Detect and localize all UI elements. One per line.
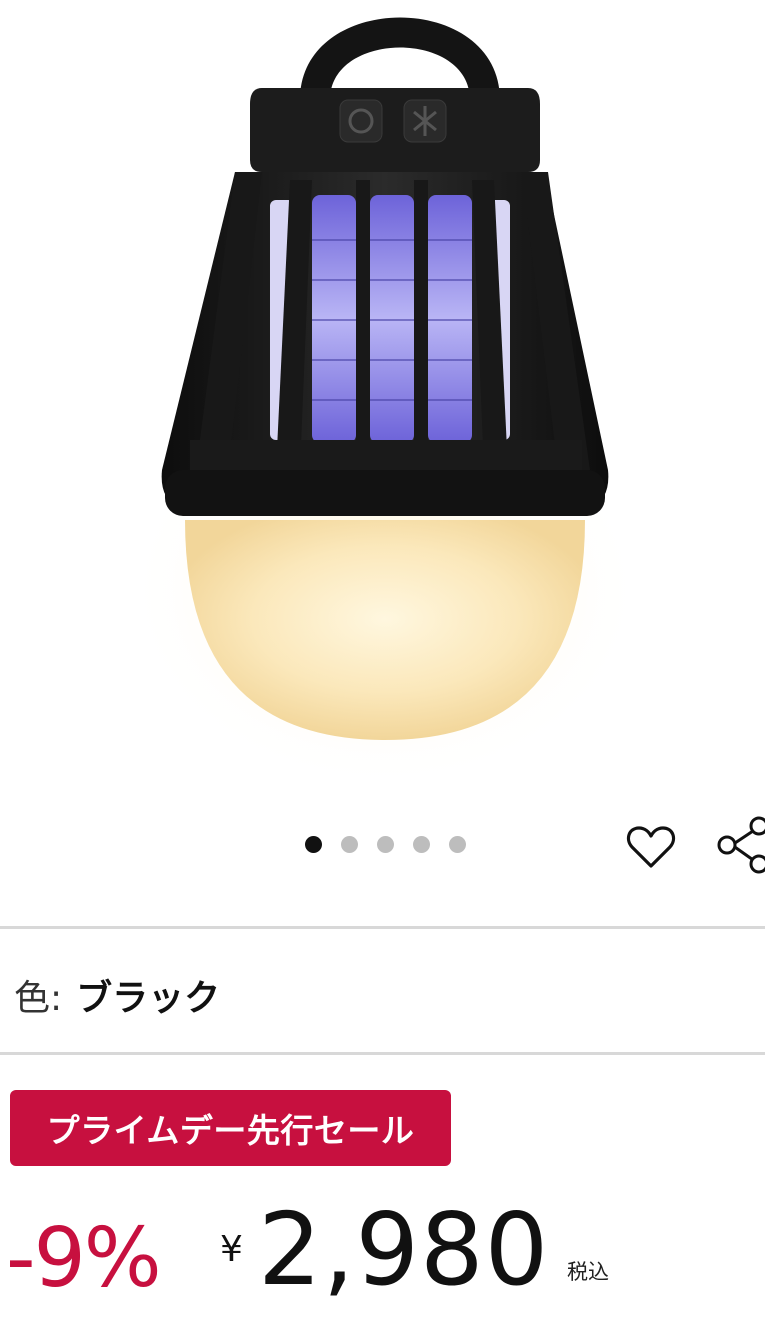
tax-included-note: 税込 <box>567 1260 609 1284</box>
share-button[interactable] <box>712 814 765 876</box>
price-amount: 2,980 <box>258 1191 550 1308</box>
section-divider <box>0 1052 765 1055</box>
carousel-dot-4[interactable] <box>413 836 430 853</box>
color-value: ブラック <box>76 978 221 1019</box>
color-variant-row: 色: ブラック <box>14 965 220 1025</box>
discount-percentage: -9% <box>6 1211 162 1306</box>
carousel-dot-3[interactable] <box>377 836 394 853</box>
product-image[interactable] <box>0 0 765 800</box>
section-divider <box>0 926 765 929</box>
bug-zapper-lantern-image <box>125 17 645 790</box>
wishlist-button[interactable] <box>624 820 678 874</box>
carousel-dot-2[interactable] <box>341 836 358 853</box>
carousel-dot-5[interactable] <box>449 836 466 853</box>
share-icon <box>717 816 765 874</box>
currency-symbol: ¥ <box>220 1229 243 1270</box>
heart-outline-icon <box>626 826 676 868</box>
carousel-dot-1[interactable] <box>305 836 322 853</box>
deal-badge: プライムデー先行セール <box>10 1090 451 1166</box>
carousel-dots <box>305 836 466 853</box>
color-label: 色: <box>14 978 63 1019</box>
